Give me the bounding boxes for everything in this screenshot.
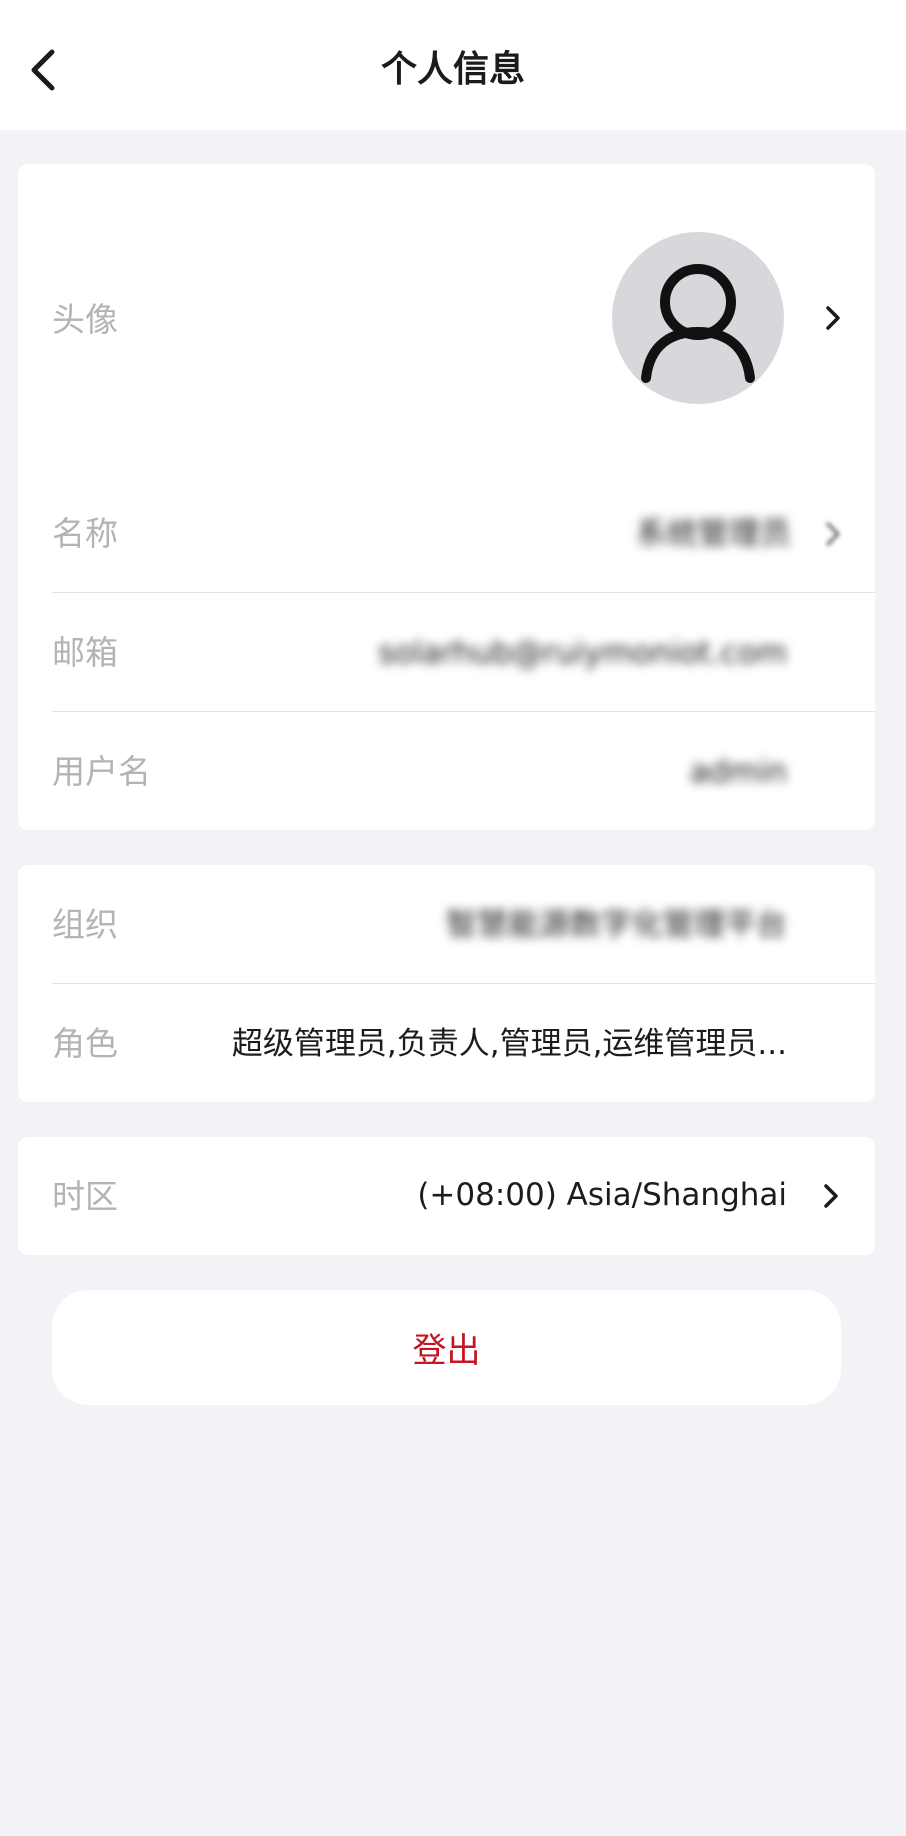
email-row: 邮箱 solarhub@ruiymoniot.com	[18, 593, 875, 711]
chevron-right-icon	[826, 306, 840, 330]
organization-row: 组织 智慧能源数字化管理平台	[18, 865, 875, 983]
organization-label: 组织	[52, 905, 118, 944]
role-label: 角色	[52, 1024, 118, 1063]
username-label: 用户名	[52, 752, 151, 791]
timezone-row[interactable]: 时区 (+08:00) Asia/Shanghai	[18, 1137, 875, 1255]
timezone-label: 时区	[52, 1177, 118, 1216]
navigation-bar: 个人信息	[0, 0, 906, 130]
chevron-right-icon	[824, 1184, 838, 1208]
email-label: 邮箱	[52, 633, 118, 672]
organization-card: 组织 智慧能源数字化管理平台 角色 超级管理员,负责人,管理员,运维管理员...	[18, 865, 875, 1102]
email-value: solarhub@ruiymoniot.com	[378, 635, 787, 671]
profile-card: 头像 名称 系统管理员 邮箱 solarhub@ruiymoniot.com 用…	[18, 164, 875, 830]
chevron-right-icon	[826, 522, 840, 546]
name-label: 名称	[52, 514, 118, 553]
timezone-card: 时区 (+08:00) Asia/Shanghai	[18, 1137, 875, 1255]
logout-label: 登出	[412, 1331, 481, 1371]
name-row[interactable]: 名称 系统管理员	[18, 474, 875, 592]
organization-value: 智慧能源数字化管理平台	[446, 907, 787, 943]
username-value: admin	[689, 754, 787, 790]
username-row: 用户名 admin	[18, 712, 875, 830]
logout-button[interactable]: 登出	[52, 1290, 841, 1405]
user-icon	[641, 264, 755, 383]
role-value: 超级管理员,负责人,管理员,运维管理员...	[231, 1026, 787, 1062]
name-value: 系统管理员	[636, 516, 791, 552]
role-row: 角色 超级管理员,负责人,管理员,运维管理员...	[18, 984, 875, 1102]
avatar[interactable]	[612, 232, 784, 404]
avatar-row[interactable]: 头像	[18, 164, 875, 474]
avatar-label: 头像	[52, 300, 118, 339]
page-title: 个人信息	[380, 49, 525, 90]
timezone-value: (+08:00) Asia/Shanghai	[417, 1177, 787, 1213]
